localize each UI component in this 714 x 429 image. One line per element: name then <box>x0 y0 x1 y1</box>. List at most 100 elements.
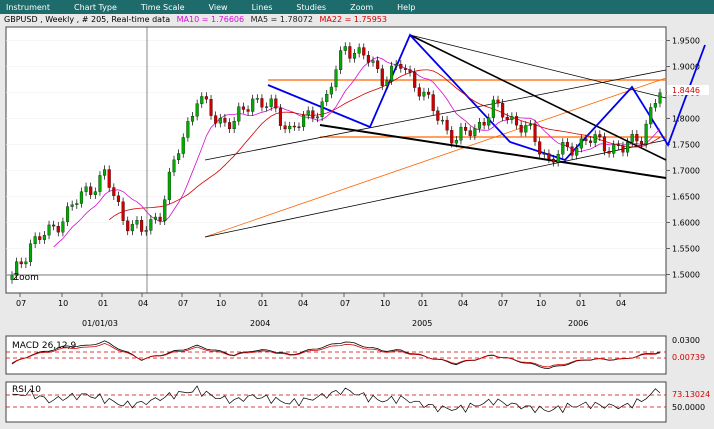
x-year-label: 01/01/03 <box>82 319 118 328</box>
x-year-label: 2005 <box>412 319 432 328</box>
candle-body <box>427 91 431 95</box>
candle-body <box>371 60 375 63</box>
candle-body <box>616 144 620 146</box>
candle-body <box>33 236 37 244</box>
candle-body <box>70 204 74 207</box>
zoom-marker: Zoom <box>13 273 39 283</box>
candle-body <box>283 125 287 130</box>
candle-body <box>477 121 482 129</box>
candle-body <box>468 130 472 136</box>
candle-body <box>510 116 514 120</box>
candle-body <box>514 116 519 126</box>
candle-body <box>149 219 153 231</box>
x-tick-label: 04 <box>458 299 468 308</box>
macd-panel[interactable] <box>5 335 667 375</box>
y-tick-label: 1.5500 <box>672 244 700 253</box>
candle-body <box>593 134 597 143</box>
candle-body <box>394 63 398 67</box>
macd-current-value: 0.00739 <box>672 353 705 362</box>
candle-body <box>482 121 486 126</box>
candle-body <box>348 46 352 59</box>
candle-body <box>644 123 648 145</box>
candle-body <box>357 47 361 54</box>
candle-body <box>278 107 283 126</box>
candle-body <box>65 206 70 222</box>
candle-body <box>653 103 657 108</box>
rsi-top-value: 73.13024 <box>672 390 710 399</box>
candle-body <box>93 191 97 195</box>
candle-body <box>181 137 185 154</box>
candle-body <box>288 125 292 130</box>
time-axis: 07 10 01 04 07 10 01 04 07 10 01 04 07 10 01 04 01/01/03… <box>16 293 626 328</box>
candle-body <box>255 98 259 100</box>
candle-body <box>528 123 532 126</box>
candle-body <box>589 140 593 143</box>
candle-body <box>218 117 222 124</box>
candle-body <box>167 171 171 200</box>
candle-body <box>454 140 458 144</box>
candle-body <box>204 96 208 100</box>
candle-body <box>140 220 144 232</box>
x-tick-label: 07 <box>178 299 188 308</box>
candle-body <box>547 153 551 160</box>
candle-body <box>565 142 569 147</box>
chart-canvas[interactable]: 1.95001.90001.85001.80001.75001.70001.65… <box>0 0 714 429</box>
candle-body <box>116 195 121 202</box>
candle-body <box>79 191 83 204</box>
candle-body <box>209 98 213 116</box>
candle-body <box>269 98 273 107</box>
candle-body <box>570 146 574 156</box>
candle-body <box>519 124 523 133</box>
candle-body <box>135 220 139 225</box>
candle-body <box>362 47 366 56</box>
candle-body <box>89 186 93 195</box>
candle-body <box>598 134 602 137</box>
candle-body <box>241 106 245 110</box>
rsi-level-value: 50.0000 <box>672 403 705 412</box>
candle-body <box>649 107 653 125</box>
candle-body <box>200 96 204 104</box>
candle-body <box>339 50 343 70</box>
candle-body <box>385 80 389 86</box>
candle-body <box>413 72 417 88</box>
candle-body <box>75 203 79 205</box>
x-tick-label: 07 <box>16 299 26 308</box>
rsi-title: RSI 10 <box>12 385 41 395</box>
candle-body <box>389 65 394 81</box>
candle-body <box>575 148 579 156</box>
candle-body <box>274 98 278 109</box>
candle-body <box>315 116 320 119</box>
candle-body <box>61 221 65 233</box>
rsi-panel[interactable] <box>5 381 667 423</box>
candle-body <box>639 140 644 145</box>
candle-body <box>445 119 449 131</box>
macd-title: MACD 26,12,9 <box>12 341 76 351</box>
candle-body <box>232 121 236 130</box>
x-tick-label: 10 <box>216 299 226 308</box>
candle-body <box>524 125 528 133</box>
candle-body <box>561 142 565 155</box>
candle-body <box>551 158 556 163</box>
candle-body <box>366 55 370 63</box>
candle-body <box>533 123 537 142</box>
candle-body <box>121 201 125 221</box>
candle-body <box>195 103 199 117</box>
candle-body <box>352 53 357 59</box>
candle-body <box>42 234 46 240</box>
candle-body <box>251 98 255 112</box>
x-tick-label: 10 <box>58 299 68 308</box>
candle-body <box>621 145 625 153</box>
candle-body <box>112 187 116 196</box>
candle-body <box>153 216 158 220</box>
candle-body <box>607 150 611 154</box>
candle-body <box>464 126 468 131</box>
candle-body <box>459 126 463 141</box>
candle-body <box>431 94 435 111</box>
candle-body <box>417 87 421 97</box>
candle-body <box>126 220 130 232</box>
x-tick-label: 01 <box>258 299 268 308</box>
candle-body <box>38 236 42 240</box>
candle-body <box>265 106 269 108</box>
candle-body <box>501 103 505 118</box>
candle-body <box>237 106 241 122</box>
